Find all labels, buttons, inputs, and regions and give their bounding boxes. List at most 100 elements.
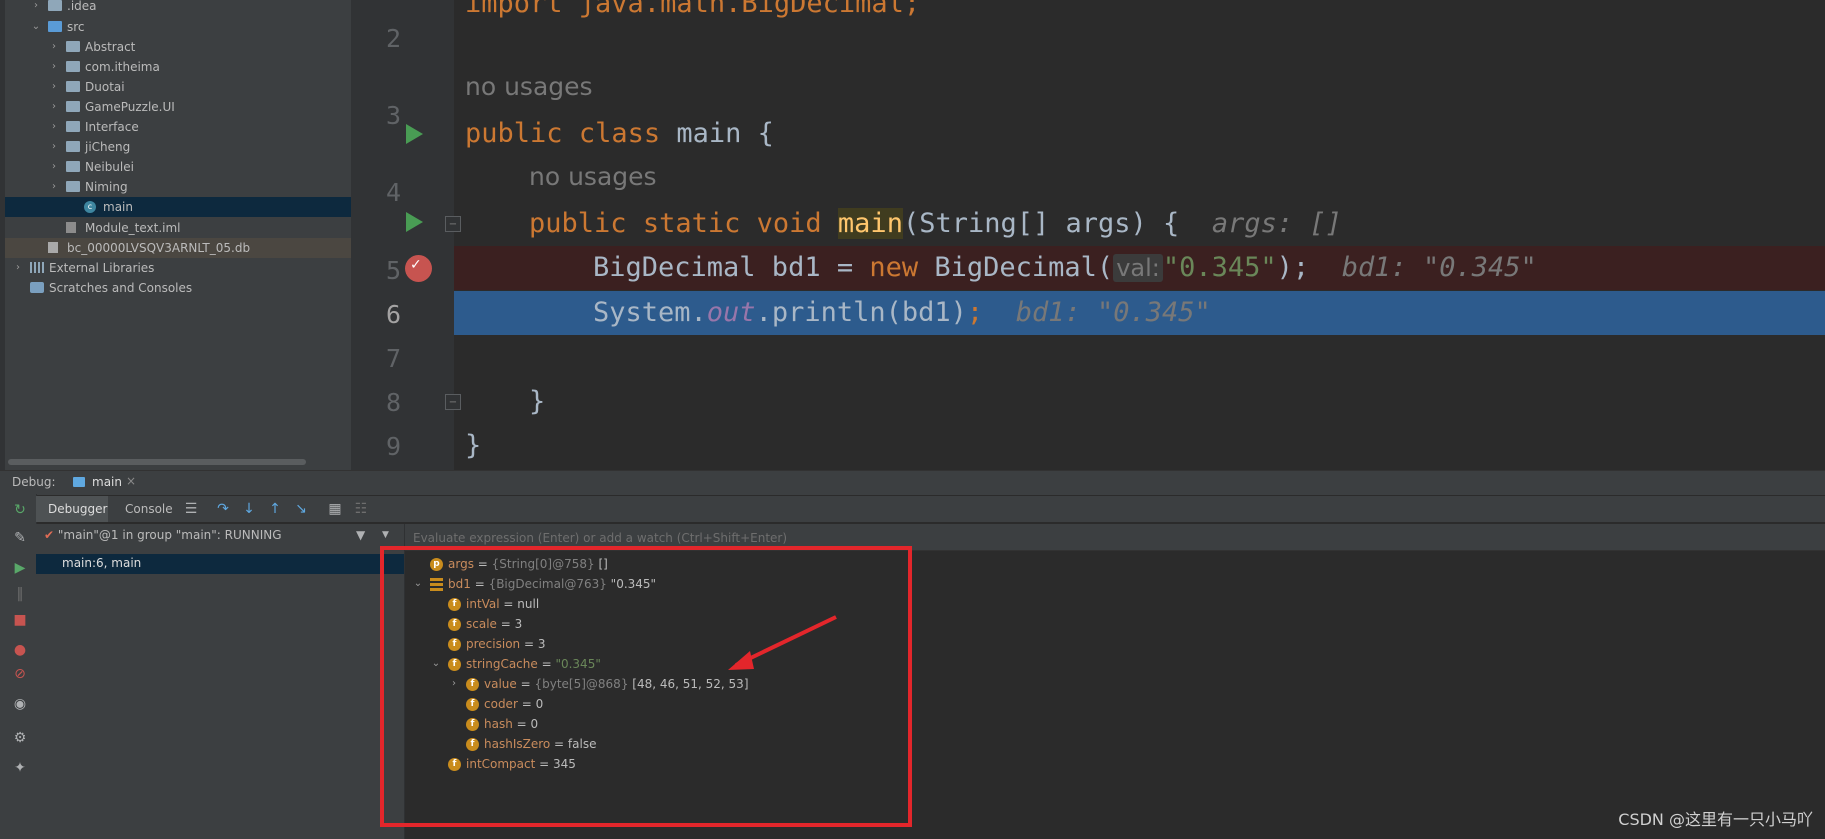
tree-item-external-libraries[interactable]: › External Libraries	[0, 258, 351, 278]
tree-item-niming[interactable]: › Niming	[0, 177, 351, 197]
chevron-right-icon[interactable]: ›	[48, 177, 60, 197]
thread-status-icon: ✔	[44, 528, 55, 542]
layout-icon[interactable]: ☰	[184, 502, 198, 516]
mute-breakpoints-icon[interactable]: ⊘	[12, 666, 28, 682]
step-into-icon[interactable]: ↓	[242, 502, 256, 516]
debugger-toolbar: Debugger Console ☰ ↷ ↓ ↑ ↘ ▦ ☷	[36, 496, 1825, 522]
code-line-9: }	[465, 430, 482, 461]
camera-icon[interactable]: ◉	[12, 696, 28, 712]
annotation-box	[380, 546, 912, 827]
folder-icon	[66, 161, 80, 172]
code-line-4: public static void main(String[] args) {…	[529, 202, 1342, 246]
class-name: main	[676, 118, 742, 149]
tree-item-jicheng[interactable]: › jiCheng	[0, 137, 351, 157]
filter-icon[interactable]: ▼	[356, 528, 365, 542]
tree-item-abstract[interactable]: › Abstract	[0, 37, 351, 57]
tree-item-interface[interactable]: › Interface	[0, 117, 351, 137]
method-call: .println(bd1)	[755, 297, 967, 328]
tree-item-label: GamePuzzle.UI	[85, 100, 175, 114]
stop-icon[interactable]: ■	[12, 612, 28, 628]
folder-icon	[66, 141, 80, 152]
code-line-3: public class main {	[465, 112, 774, 156]
keyword: void	[756, 208, 822, 239]
chevron-down-icon[interactable]: ▼	[382, 530, 389, 540]
evaluate-placeholder: Evaluate expression (Enter) or add a wat…	[413, 531, 788, 545]
folder-icon	[66, 121, 80, 132]
run-to-cursor-icon[interactable]: ↘	[294, 502, 308, 516]
tree-item-com-itheima[interactable]: › com.itheima	[0, 57, 351, 77]
project-tree[interactable]: › .idea ⌄ src › Abstract › com.itheima › Duotai › G…	[0, 0, 351, 470]
debug-title: Debug:	[12, 475, 56, 489]
tree-item-gamepuzzle-ui[interactable]: › GamePuzzle.UI	[0, 97, 351, 117]
inline-debug-value: bd1: "0.345"	[1015, 297, 1211, 328]
run-class-icon[interactable]	[406, 124, 423, 144]
chevron-right-icon[interactable]: ›	[48, 157, 60, 177]
fold-icon[interactable]: −	[445, 216, 461, 232]
pin-icon[interactable]: ✦	[12, 760, 28, 776]
brace: {	[757, 118, 774, 149]
fold-end-icon[interactable]: −	[445, 394, 461, 410]
keyword: new	[869, 252, 919, 283]
tree-item-main[interactable]: c main	[0, 197, 351, 217]
tree-item--idea[interactable]: › .idea	[0, 0, 351, 16]
chevron-right-icon[interactable]: ›	[30, 0, 42, 16]
rerun-icon[interactable]: ↻	[12, 502, 28, 518]
chevron-right-icon[interactable]: ›	[48, 97, 60, 117]
chevron-down-icon[interactable]: ⌄	[30, 17, 42, 37]
frame-label: main:6, main	[62, 556, 142, 570]
chevron-right-icon[interactable]: ›	[48, 117, 60, 137]
usages-hint[interactable]: no usages	[529, 162, 657, 191]
method-name: main	[837, 208, 903, 239]
modify-run-config-icon[interactable]: ✎	[12, 530, 28, 546]
tree-horizontal-scrollbar[interactable]	[8, 459, 306, 465]
close-tab-icon[interactable]: ×	[126, 474, 136, 488]
debug-session-tab[interactable]: main	[92, 475, 122, 489]
method-params: (String[] args) {	[902, 208, 1180, 239]
chevron-right-icon[interactable]: ›	[48, 137, 60, 157]
tree-item-label: bc_00000LVSQV3ARNLT_05.db	[67, 241, 251, 255]
scratches-icon	[30, 282, 44, 293]
frames-panel: ✔ "main"@1 in group "main": RUNNING ▼ ▼ …	[36, 524, 405, 839]
resume-icon[interactable]: ▶	[12, 560, 28, 576]
run-main-icon[interactable]	[406, 212, 423, 232]
folder-icon	[66, 101, 80, 112]
line-number: 9	[385, 432, 401, 461]
keyword: class	[578, 118, 661, 149]
chevron-right-icon[interactable]: ›	[48, 37, 60, 57]
string-literal: "0.345"	[1162, 252, 1277, 283]
step-over-icon[interactable]: ↷	[216, 502, 230, 516]
evaluate-icon[interactable]: ▦	[328, 502, 342, 516]
tab-debugger[interactable]: Debugger	[48, 502, 107, 516]
tree-item-label: Neibulei	[85, 160, 134, 174]
tab-console[interactable]: Console	[125, 502, 173, 516]
tree-item-label: Interface	[85, 120, 139, 134]
view-breakpoints-icon[interactable]: ●	[12, 642, 28, 658]
pause-icon[interactable]: ‖	[12, 586, 28, 602]
usages-hint[interactable]: no usages	[465, 72, 593, 101]
annotation-arrow-icon	[728, 615, 837, 670]
tree-item-src[interactable]: ⌄ src	[0, 17, 351, 37]
tree-item-scratches-and-consoles[interactable]: Scratches and Consoles	[0, 278, 351, 298]
tree-item-duotai[interactable]: › Duotai	[0, 77, 351, 97]
step-out-icon[interactable]: ↑	[268, 502, 282, 516]
import-statement: import java.math.BigDecimal;	[465, 0, 921, 19]
constructor-call: BigDecimal(	[918, 252, 1114, 283]
breakpoint-check-icon: ✓	[410, 257, 422, 273]
thread-selector[interactable]: ✔ "main"@1 in group "main": RUNNING	[44, 528, 282, 542]
chevron-right-icon[interactable]: ›	[12, 258, 24, 278]
inline-debug-value: args: []	[1211, 208, 1342, 239]
keyword: public	[465, 118, 563, 149]
line-number: 7	[385, 344, 401, 373]
tree-item-label: Abstract	[85, 40, 136, 54]
chevron-right-icon[interactable]: ›	[48, 57, 60, 77]
line-number: 2	[385, 24, 401, 53]
folder-icon	[66, 61, 80, 72]
tree-item-module-text-iml[interactable]: Module_text.iml	[0, 218, 351, 238]
chevron-right-icon[interactable]: ›	[48, 77, 60, 97]
tree-item-neibulei[interactable]: › Neibulei	[0, 157, 351, 177]
settings-gear-icon[interactable]: ⚙	[12, 730, 28, 746]
tree-item-bc-00000lvsqv3arnlt-05-db[interactable]: bc_00000LVSQV3ARNLT_05.db	[0, 238, 351, 258]
trace-icon[interactable]: ☷	[354, 502, 368, 516]
module-file-icon	[66, 222, 76, 233]
tree-item-label: External Libraries	[49, 261, 155, 275]
